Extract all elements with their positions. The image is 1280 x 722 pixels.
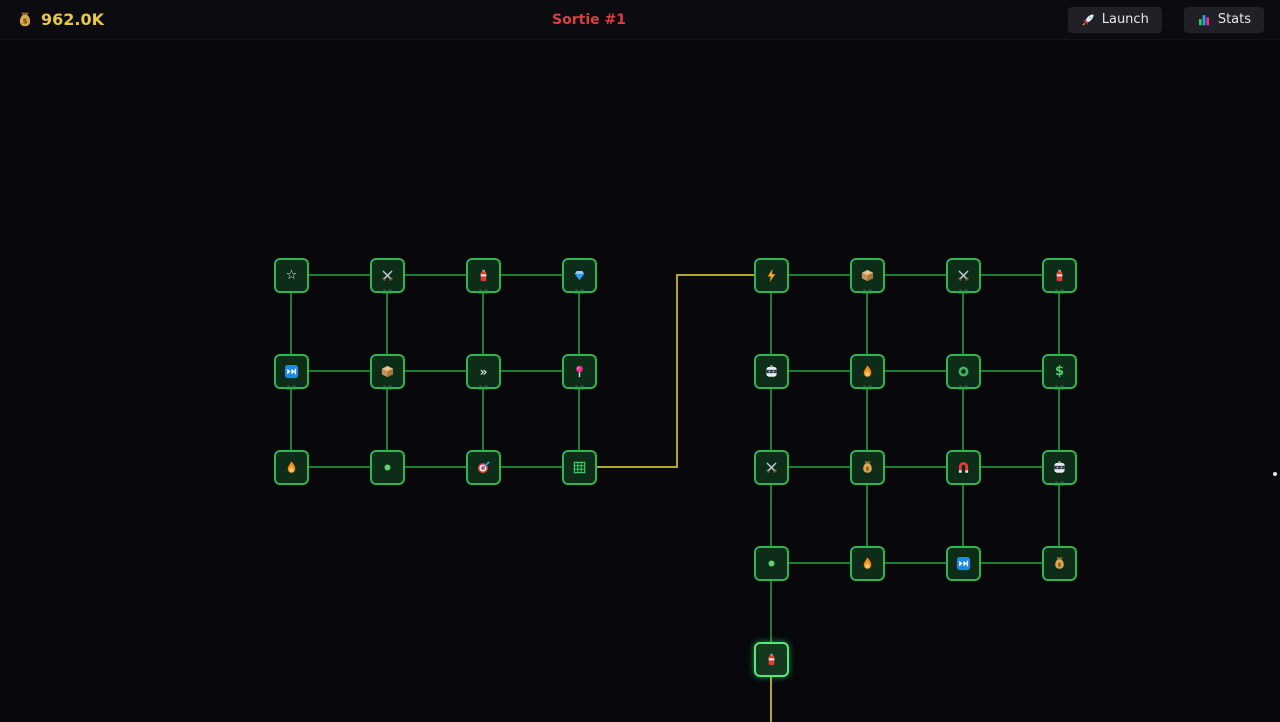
robot-icon — [764, 364, 779, 379]
swords-icon — [764, 460, 779, 475]
map-node-moneybag[interactable]: $ — [850, 450, 885, 485]
magnet-icon — [956, 460, 971, 475]
node-counter: 3/3 — [1044, 481, 1075, 489]
map-node-fast-forward[interactable] — [946, 546, 981, 581]
grid-icon — [572, 460, 587, 475]
map-node-dollar[interactable]: $3/3 — [1042, 354, 1077, 389]
path-segment — [676, 274, 756, 276]
node-counter: 3/3 — [564, 289, 595, 297]
stats-button[interactable]: Stats — [1184, 7, 1264, 33]
stats-icon — [1197, 13, 1211, 27]
moneybag-icon: $ — [1052, 556, 1067, 571]
fast-forward-icon — [284, 364, 299, 379]
map-node-lightning[interactable] — [754, 258, 789, 293]
node-counter: 3/3 — [1044, 289, 1075, 297]
dot-icon — [764, 556, 779, 571]
map-node-flame[interactable] — [850, 546, 885, 581]
map-node-extinguisher[interactable]: 3/3 — [466, 258, 501, 293]
map-node-ring[interactable]: 3/3 — [946, 354, 981, 389]
map-node-robot[interactable]: 3/3 — [1042, 450, 1077, 485]
map-node-target[interactable] — [466, 450, 501, 485]
map-node-robot[interactable] — [754, 354, 789, 389]
swords-icon — [380, 268, 395, 283]
dot-icon — [380, 460, 395, 475]
top-bar: $ 962.0K Sortie #1 Launch Stats — [0, 0, 1280, 40]
svg-text:$: $ — [22, 16, 27, 25]
map-node-dot[interactable] — [370, 450, 405, 485]
lightning-icon — [764, 268, 779, 283]
extinguisher-icon — [476, 268, 491, 283]
map-node-chevrons[interactable]: »3/3 — [466, 354, 501, 389]
path-segment — [676, 275, 678, 468]
node-counter: 3/3 — [468, 289, 499, 297]
currency-display: $ 962.0K — [16, 10, 104, 29]
dollar-icon: $ — [1055, 365, 1064, 378]
sortie-map: ☆3/33/33/33/33/3»3/33/33/33/33/33/33/3$3… — [0, 40, 1280, 720]
map-node-extinguisher[interactable] — [754, 642, 789, 677]
flame-icon — [284, 460, 299, 475]
node-counter: 3/3 — [948, 385, 979, 393]
node-counter: 3/3 — [852, 289, 883, 297]
svg-text:$: $ — [866, 466, 870, 472]
gem-icon — [572, 268, 587, 283]
star-icon: ☆ — [286, 269, 298, 282]
sortie-title: Sortie #1 — [552, 12, 626, 28]
node-counter: 3/3 — [1044, 385, 1075, 393]
map-node-swords[interactable]: 3/3 — [946, 258, 981, 293]
package-icon — [380, 364, 395, 379]
robot-icon — [1052, 460, 1067, 475]
flame-icon — [860, 556, 875, 571]
node-counter: 3/3 — [276, 385, 307, 393]
node-counter: 3/3 — [372, 289, 403, 297]
stats-label: Stats — [1218, 12, 1251, 27]
flame-icon — [860, 364, 875, 379]
currency-amount: 962.0K — [41, 10, 104, 29]
map-node-swords[interactable] — [754, 450, 789, 485]
node-counter: 3/3 — [948, 289, 979, 297]
map-node-flame[interactable] — [274, 450, 309, 485]
extinguisher-icon — [1052, 268, 1067, 283]
path-segment — [595, 466, 678, 468]
launch-button[interactable]: Launch — [1068, 7, 1162, 33]
extinguisher-icon — [764, 652, 779, 667]
map-node-grid[interactable] — [562, 450, 597, 485]
node-counter: 3/3 — [372, 385, 403, 393]
fast-forward-icon — [956, 556, 971, 571]
moneybag-icon: $ — [860, 460, 875, 475]
package-icon — [860, 268, 875, 283]
moneybag-icon: $ — [16, 11, 34, 29]
map-node-swords[interactable]: 3/3 — [370, 258, 405, 293]
map-node-fast-forward[interactable]: 3/3 — [274, 354, 309, 389]
cursor-dot — [1273, 472, 1277, 476]
launch-label: Launch — [1102, 12, 1149, 27]
map-node-gem[interactable]: 3/3 — [562, 258, 597, 293]
swords-icon — [956, 268, 971, 283]
map-layer: ☆3/33/33/33/33/3»3/33/33/33/33/33/33/3$3… — [0, 0, 1280, 720]
pushpin-icon — [572, 364, 587, 379]
map-node-dot[interactable] — [754, 546, 789, 581]
chevrons-icon: » — [480, 366, 488, 378]
topbar-buttons: Launch Stats — [1068, 7, 1264, 33]
map-node-flame[interactable]: 3/3 — [850, 354, 885, 389]
map-node-pushpin[interactable]: 3/3 — [562, 354, 597, 389]
rocket-icon — [1081, 13, 1095, 27]
node-counter: 3/3 — [852, 385, 883, 393]
target-icon — [476, 460, 491, 475]
map-node-moneybag[interactable]: $ — [1042, 546, 1077, 581]
node-counter: 3/3 — [468, 385, 499, 393]
svg-text:$: $ — [1058, 562, 1062, 568]
map-node-star[interactable]: ☆ — [274, 258, 309, 293]
map-node-extinguisher[interactable]: 3/3 — [1042, 258, 1077, 293]
map-node-package[interactable]: 3/3 — [850, 258, 885, 293]
node-counter: 3/3 — [564, 385, 595, 393]
path-segment — [770, 674, 772, 722]
map-node-package[interactable]: 3/3 — [370, 354, 405, 389]
map-node-magnet[interactable] — [946, 450, 981, 485]
ring-icon — [956, 364, 971, 379]
